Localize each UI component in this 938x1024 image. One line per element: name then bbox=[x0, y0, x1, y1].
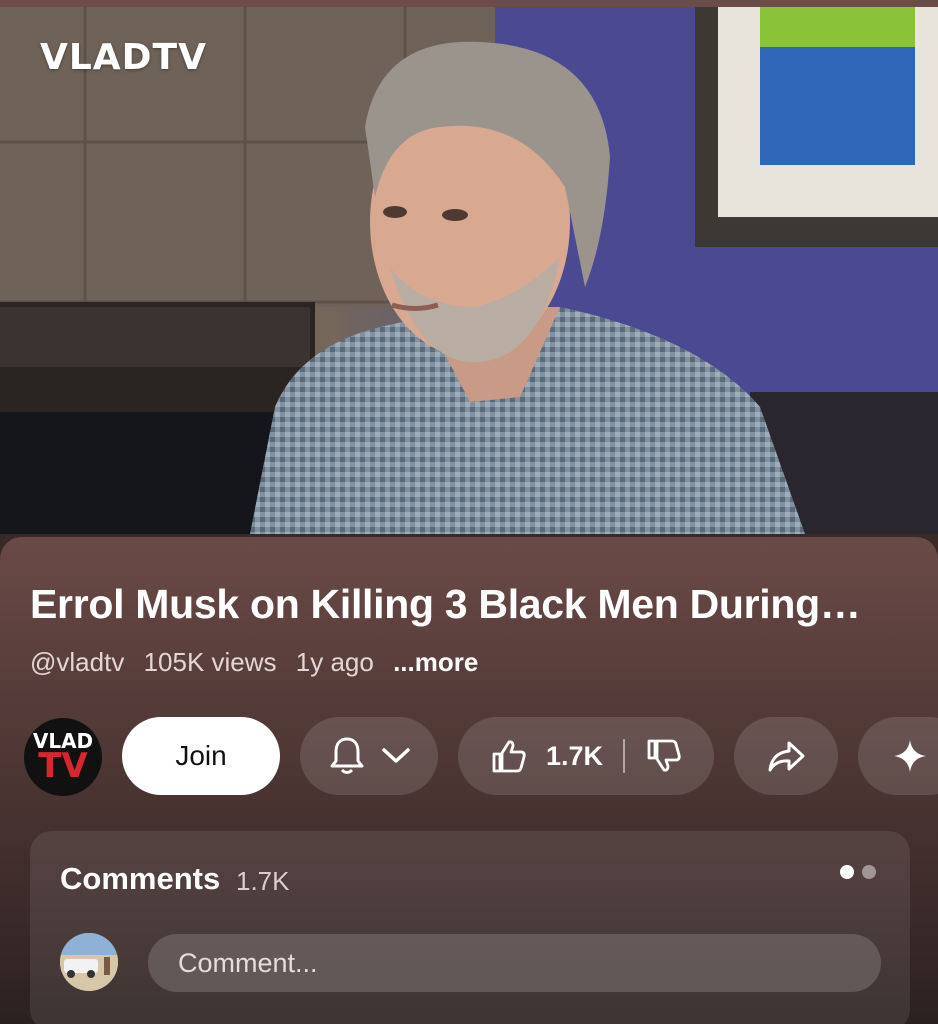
share-icon bbox=[768, 741, 805, 772]
join-button[interactable]: Join bbox=[122, 717, 280, 795]
video-player[interactable]: VLADTV bbox=[0, 7, 938, 534]
carousel-dots bbox=[840, 865, 876, 879]
thumbs-down-icon[interactable] bbox=[645, 737, 683, 775]
chevron-down-icon bbox=[382, 748, 410, 763]
comments-heading: Comments bbox=[60, 861, 221, 896]
top-strip bbox=[0, 0, 938, 7]
thumbs-up-icon[interactable] bbox=[490, 737, 528, 775]
channel-watermark: VLADTV bbox=[40, 37, 207, 78]
video-metadata[interactable]: @vladtv 105K views 1y ago ...more bbox=[30, 647, 490, 678]
join-label: Join bbox=[175, 740, 227, 771]
video-title[interactable]: Errol Musk on Killing 3 Black Men During… bbox=[30, 581, 910, 628]
like-count[interactable]: 1.7K bbox=[546, 741, 603, 772]
user-avatar-image bbox=[60, 933, 118, 991]
share-button[interactable] bbox=[734, 717, 838, 795]
like-dislike-group: 1.7K bbox=[458, 717, 714, 795]
ask-ai-button[interactable] bbox=[858, 717, 938, 795]
carousel-dot-active bbox=[840, 865, 854, 879]
comments-card[interactable]: Comments 1.7K bbox=[30, 831, 910, 1024]
bell-icon bbox=[330, 737, 364, 774]
like-divider bbox=[623, 739, 626, 773]
channel-handle[interactable]: @vladtv bbox=[30, 647, 124, 677]
notification-bell-button[interactable] bbox=[300, 717, 438, 795]
more-link[interactable]: ...more bbox=[393, 647, 478, 677]
user-avatar[interactable] bbox=[60, 933, 118, 991]
channel-avatar[interactable]: VLAD TV bbox=[24, 718, 102, 796]
comments-count: 1.7K bbox=[236, 866, 290, 896]
video-frame bbox=[0, 7, 938, 534]
view-count: 105K views bbox=[143, 647, 277, 677]
comment-input[interactable] bbox=[148, 934, 881, 992]
channel-avatar-line2: TV bbox=[38, 746, 88, 786]
video-info-panel: Errol Musk on Killing 3 Black Men During… bbox=[0, 537, 938, 1024]
upload-age: 1y ago bbox=[295, 647, 374, 677]
action-row: VLAD TV Join 1.7K bbox=[0, 717, 938, 797]
carousel-dot bbox=[862, 865, 876, 879]
sparkle-icon bbox=[894, 740, 926, 772]
